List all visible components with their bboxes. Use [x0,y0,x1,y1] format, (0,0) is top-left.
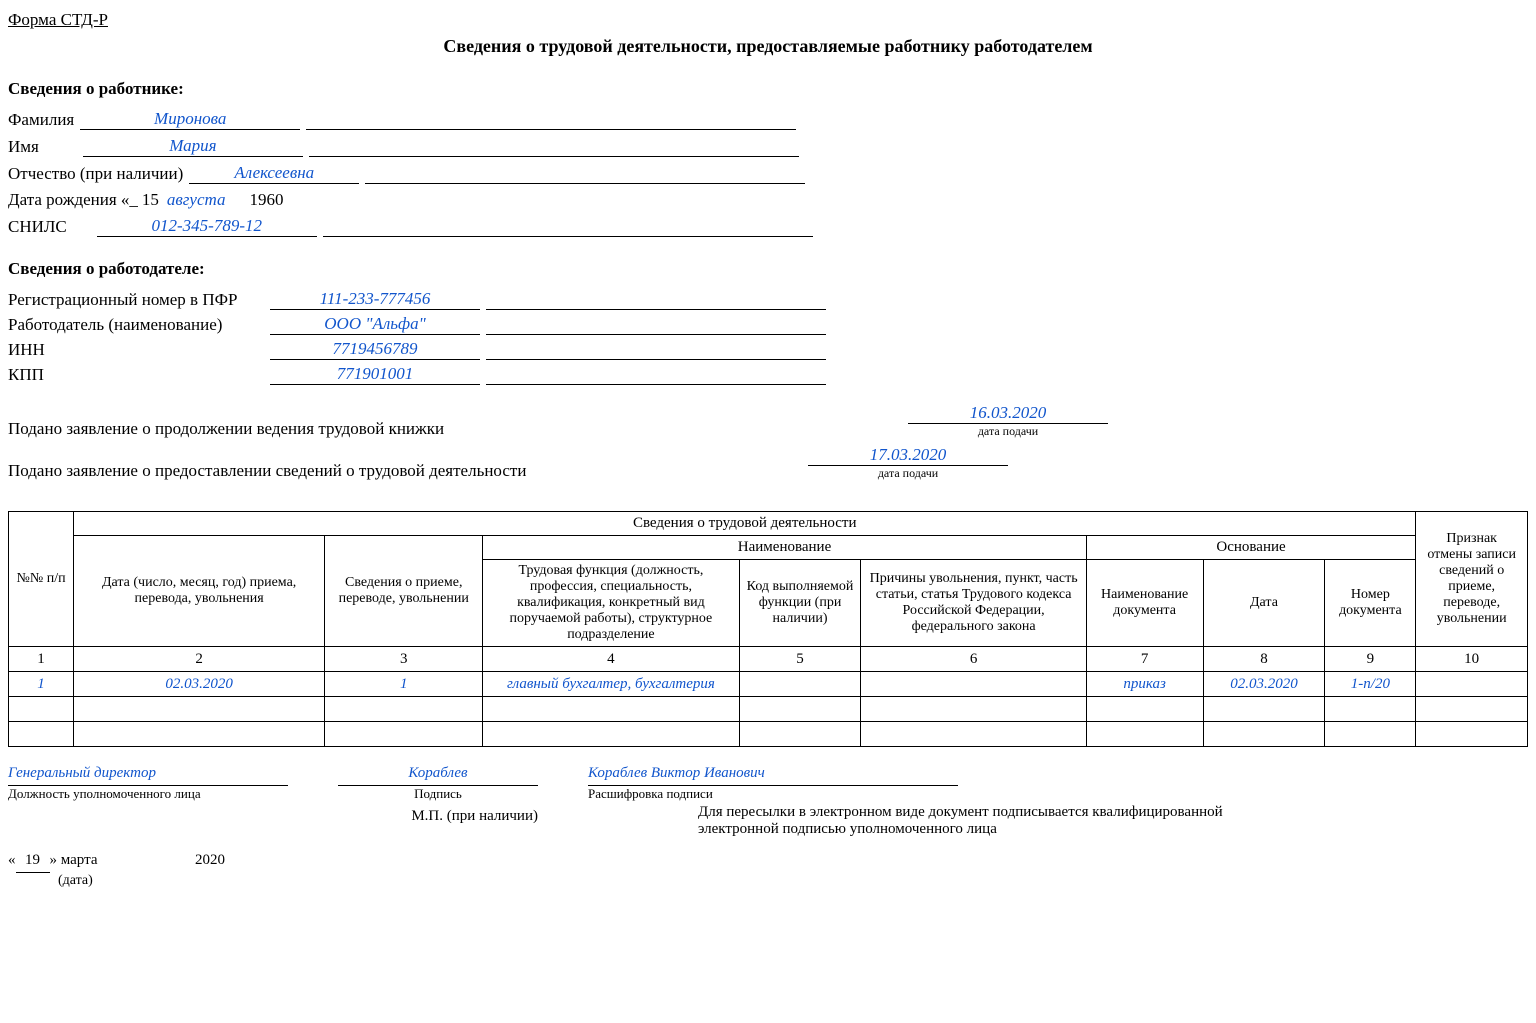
table-cell [325,722,483,747]
sig-fullname-caption: Расшифровка подписи [588,786,958,802]
form-code: Форма СТД-Р [8,10,1528,30]
th-naimen-group: Наименование [483,536,1086,560]
table-cell [1325,722,1416,747]
colnum: 9 [1325,647,1416,672]
colnum: 10 [1416,647,1528,672]
table-cell: 02.03.2020 [74,672,325,697]
table-cell [483,697,739,722]
table-cell: главный бухгалтер, бухгалтерия [483,672,739,697]
esign-note: Для пересылки в электронном виде докумен… [698,804,1258,838]
sig-sign-caption: Подпись [338,786,538,802]
sig-position: Генеральный директор [8,765,156,781]
table-cell [739,722,861,747]
table-cell [1203,722,1325,747]
sig-sign: Кораблев [408,765,467,781]
label-emp-name: Работодатель (наименование) [8,315,264,335]
table-cell [483,722,739,747]
label-request1: Подано заявление о продолжении ведения т… [8,419,908,439]
value-kpp: 771901001 [337,364,414,383]
label-kpp: КПП [8,365,264,385]
value-request1-date: 16.03.2020 [970,403,1047,422]
worker-heading: Сведения о работнике: [8,79,1528,99]
table-cell [325,697,483,722]
table-cell: 02.03.2020 [1203,672,1325,697]
label-reg-pfr: Регистрационный номер в ПФР [8,290,264,310]
th-basis-name: Наименование документа [1086,560,1203,647]
table-cell [1086,722,1203,747]
colnum: 6 [861,647,1086,672]
label-inn: ИНН [8,340,264,360]
doc-title: Сведения о трудовой деятельности, предос… [8,36,1528,57]
th-date: Дата (число, месяц, год) приема, перевод… [74,536,325,647]
date-month: марта [61,852,98,868]
th-num: №№ п/п [9,512,74,647]
label-surname: Фамилия [8,110,74,130]
value-inn: 7719456789 [333,339,418,358]
label-name: Имя [8,137,39,157]
value-birth-month: августа [167,190,226,210]
table-cell [1416,722,1528,747]
value-birth-day: 15 [142,190,159,210]
th-basis-group: Основание [1086,536,1416,560]
caption-request1: дата подачи [908,424,1108,439]
table-cell: приказ [1086,672,1203,697]
th-basis-num: Номер документа [1325,560,1416,647]
table-cell [1416,672,1528,697]
value-emp-name: ООО "Альфа" [324,314,425,333]
date-year: 2020 [195,852,225,868]
table-row [9,722,1528,747]
table-cell [739,697,861,722]
sig-fullname: Кораблев Виктор Иванович [588,765,765,781]
value-snils: 012-345-789-12 [152,216,262,235]
colnum: 4 [483,647,739,672]
label-request2: Подано заявление о предоставлении сведен… [8,461,908,481]
table-cell [1203,697,1325,722]
table-row [9,697,1528,722]
table-row: 102.03.20201главный бухгалтер, бухгалтер… [9,672,1528,697]
table-cell [1325,697,1416,722]
caption-request2: дата подачи [808,466,1008,481]
table-cell [861,722,1086,747]
value-patronymic: Алексеевна [234,163,314,182]
date-day: 19 [25,852,40,868]
colnum: 5 [739,647,861,672]
colnum: 7 [1086,647,1203,672]
th-func: Трудовая функция (должность, профессия, … [483,560,739,647]
value-request2-date: 17.03.2020 [870,445,947,464]
colnum: 1 [9,647,74,672]
table-cell [861,697,1086,722]
table-cell [739,672,861,697]
table-cell [74,697,325,722]
table-cell [9,697,74,722]
value-name: Мария [169,136,216,155]
colnum: 2 [74,647,325,672]
value-surname: Миронова [154,109,226,128]
table-cell [74,722,325,747]
th-basis-date: Дата [1203,560,1325,647]
value-reg-pfr: 111-233-777456 [320,289,431,308]
date-caption: (дата) [58,873,1528,889]
mp-label: М.П. (при наличии) [8,808,538,838]
label-patronymic: Отчество (при наличии) [8,164,183,184]
th-cancel: Признак отмены записи сведений о приеме,… [1416,512,1528,647]
table-cell [861,672,1086,697]
table-cell: 1 [9,672,74,697]
table-cell [9,722,74,747]
table-cell [1416,697,1528,722]
th-code: Код выполняемой функции (при наличии) [739,560,861,647]
value-birth-year: 1960 [250,190,284,210]
table-cell: 1 [325,672,483,697]
table-cell: 1-п/20 [1325,672,1416,697]
colnum: 8 [1203,647,1325,672]
label-snils: СНИЛС [8,217,67,237]
colnum: 3 [325,647,483,672]
activity-table: №№ п/п Сведения о трудовой деятельности … [8,511,1528,747]
sig-position-caption: Должность уполномоченного лица [8,786,288,802]
table-cell [1086,697,1203,722]
employer-heading: Сведения о работодателе: [8,259,1528,279]
label-birth: Дата рождения «_ [8,190,138,210]
th-reasons: Причины увольнения, пункт, часть статьи,… [861,560,1086,647]
th-top: Сведения о трудовой деятельности [74,512,1416,536]
th-event: Сведения о приеме, переводе, увольнении [325,536,483,647]
